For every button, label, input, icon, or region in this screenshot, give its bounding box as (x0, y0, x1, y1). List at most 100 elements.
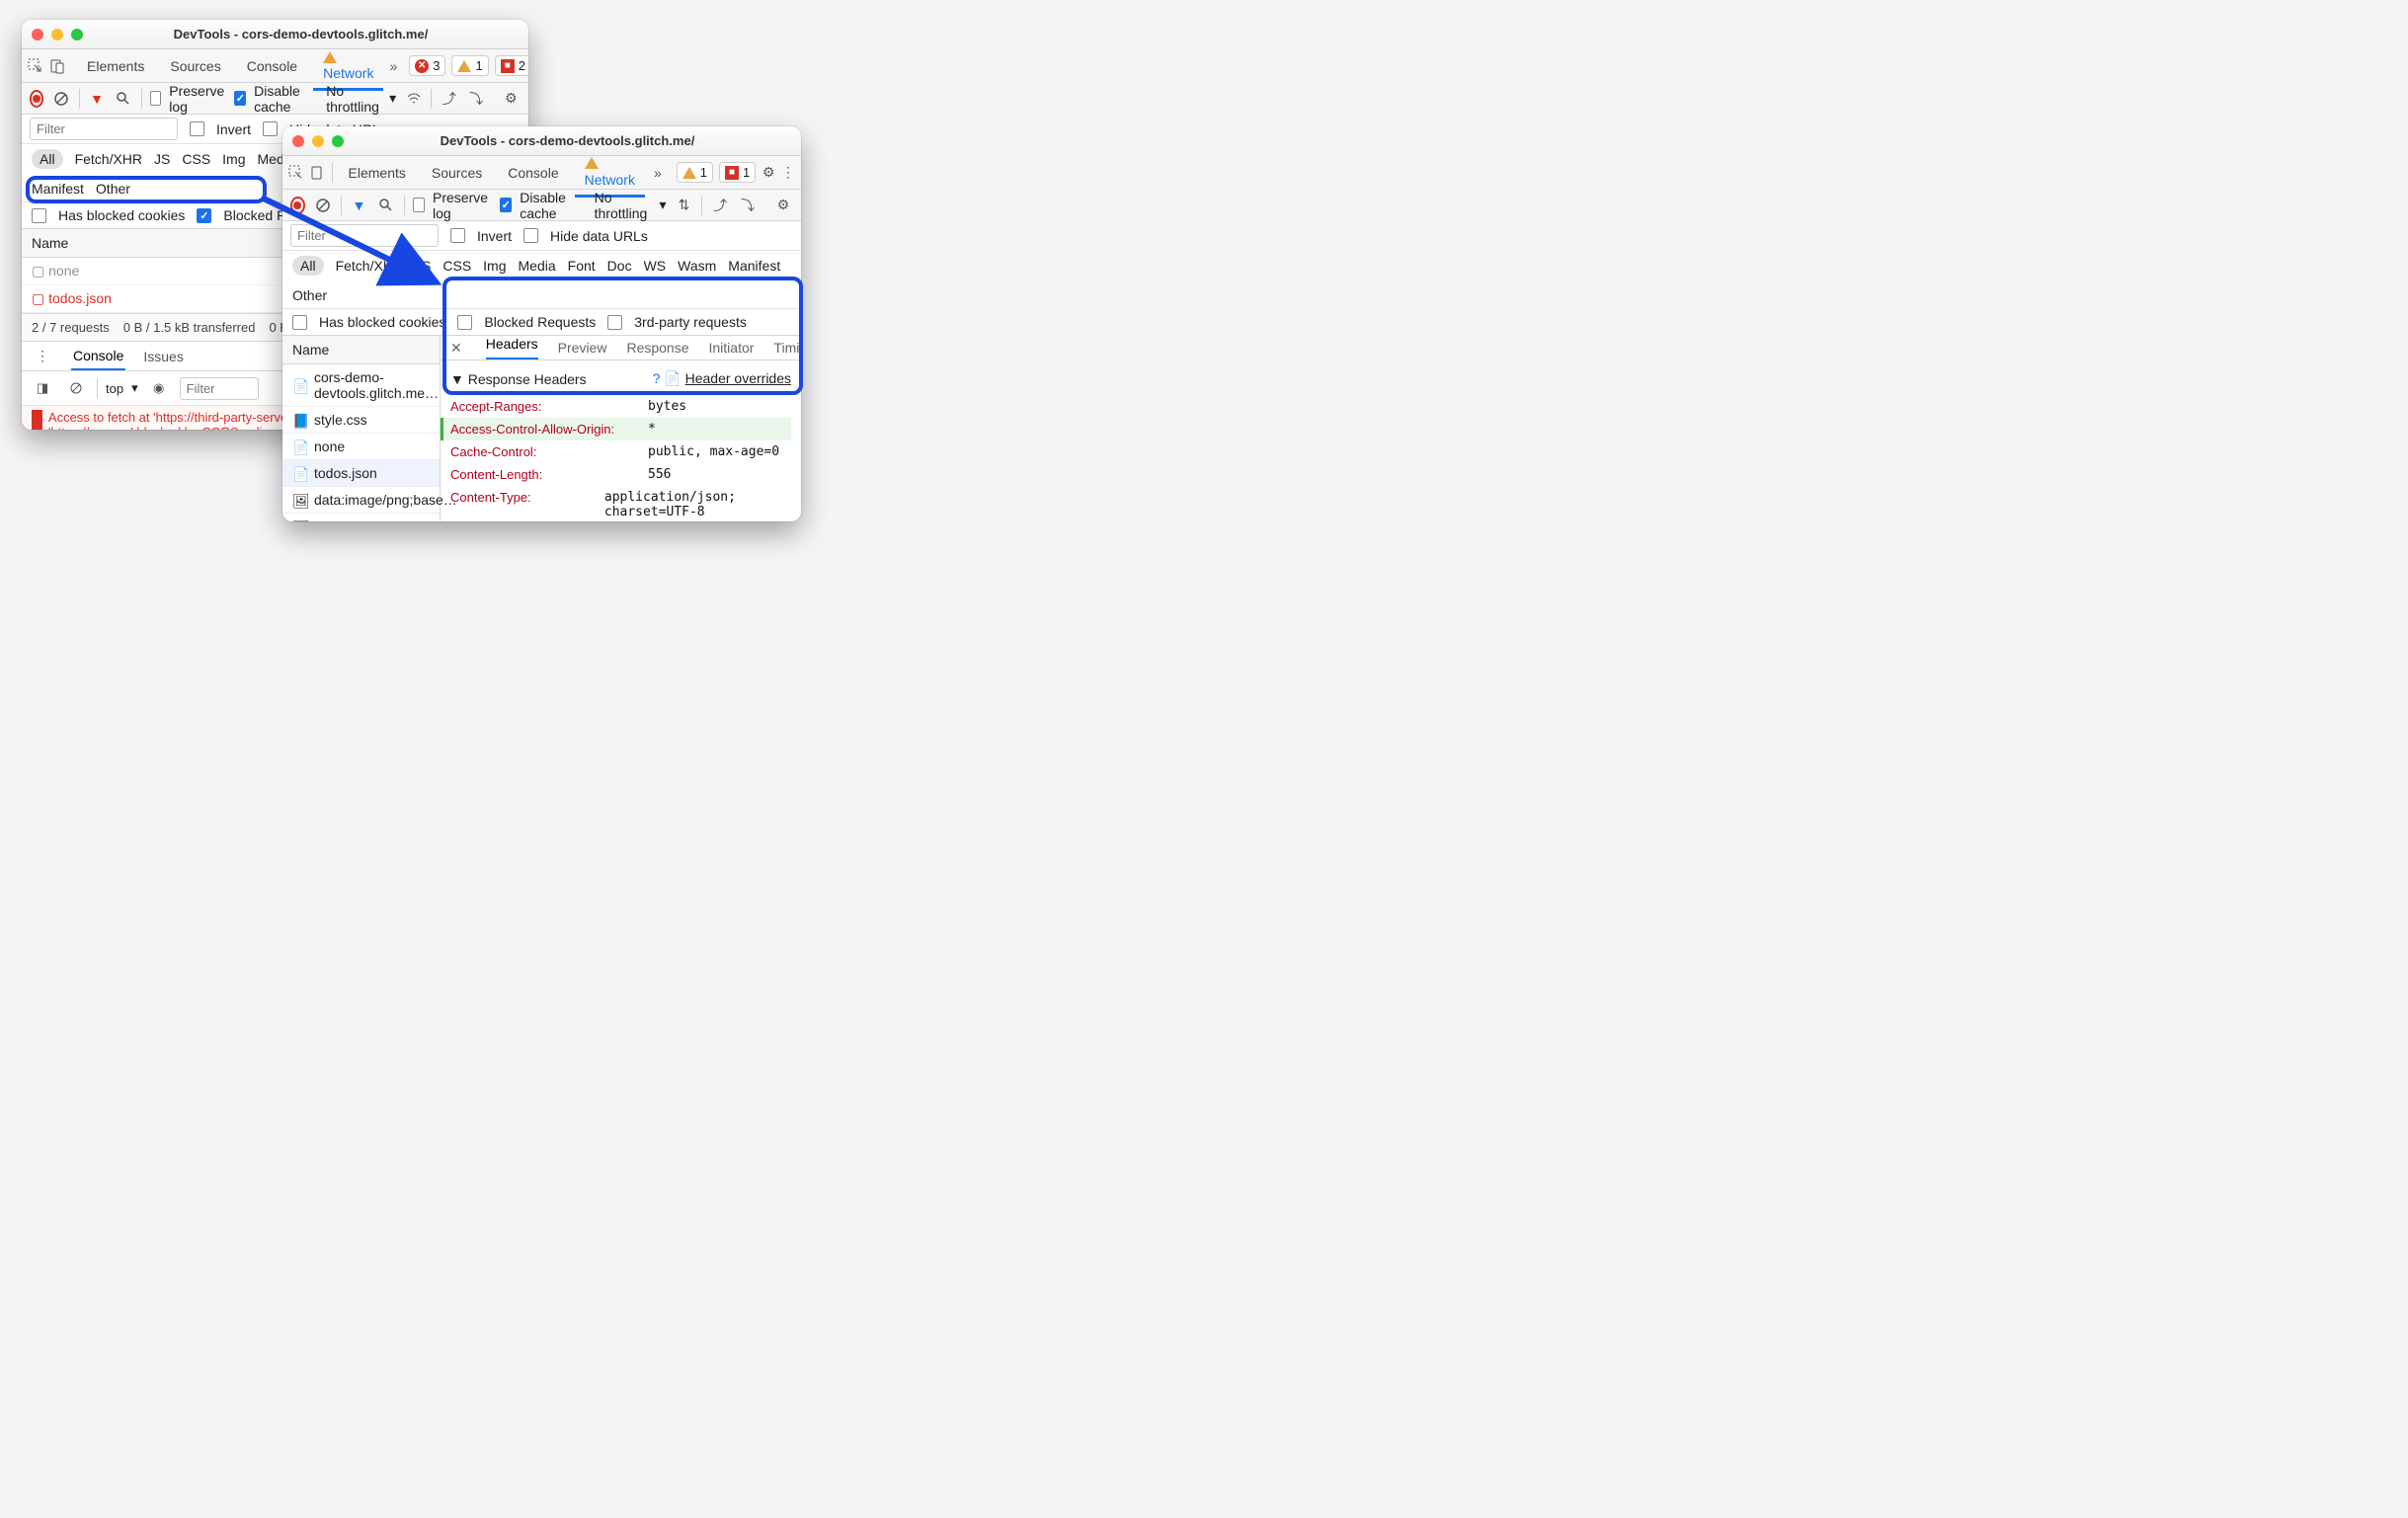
tab-console[interactable]: Console (498, 158, 568, 188)
record-icon[interactable] (290, 197, 305, 214)
issue-badge[interactable]: ■2 (495, 55, 528, 76)
type-js[interactable]: JS (154, 151, 170, 167)
more-tabs-icon[interactable]: » (651, 160, 665, 186)
chevron-down-icon[interactable]: ▾ (389, 90, 396, 107)
record-icon[interactable] (30, 90, 43, 108)
table-row[interactable]: 📘style.css (282, 407, 440, 434)
wifi-icon[interactable]: ⇅ (675, 193, 694, 218)
detail-headers-tab[interactable]: Headers (486, 336, 538, 360)
type-media[interactable]: Media (519, 258, 556, 274)
detail-timing-tab[interactable]: Timing (773, 340, 801, 356)
blocked-cookies-checkbox[interactable] (32, 208, 46, 223)
detail-response-tab[interactable]: Response (626, 340, 688, 356)
third-party-checkbox[interactable] (607, 315, 622, 330)
gear-icon[interactable]: ⚙ (502, 86, 521, 112)
invert-checkbox[interactable] (450, 228, 465, 243)
col-name[interactable]: Name (282, 336, 440, 363)
drawer-console-tab[interactable]: Console (71, 343, 125, 370)
type-all[interactable]: All (32, 149, 63, 169)
type-css[interactable]: CSS (182, 151, 210, 167)
disclosure-icon[interactable]: ▼ (450, 371, 464, 387)
tab-console[interactable]: Console (237, 51, 307, 81)
type-font[interactable]: Font (568, 258, 596, 274)
search-icon[interactable] (376, 193, 396, 218)
disable-cache-checkbox[interactable] (234, 91, 246, 106)
table-row[interactable]: 🖼data:image/png;base… (282, 514, 440, 521)
inspect-icon[interactable] (288, 160, 304, 186)
tab-elements[interactable]: Elements (339, 158, 416, 188)
more-tabs-icon[interactable]: » (389, 53, 397, 79)
kebab-icon[interactable]: ⋮ (781, 160, 795, 186)
device-icon[interactable] (49, 53, 65, 79)
search-icon[interactable] (115, 86, 133, 112)
wifi-icon[interactable] (404, 86, 423, 112)
tab-sources[interactable]: Sources (422, 158, 492, 188)
hide-data-urls-checkbox[interactable] (263, 121, 278, 136)
type-doc[interactable]: Doc (607, 258, 632, 274)
sidebar-icon[interactable]: ◨ (30, 375, 55, 401)
minimize-icon[interactable] (51, 29, 63, 40)
gear-icon[interactable]: ⚙ (762, 160, 775, 186)
disable-cache-checkbox[interactable] (500, 198, 512, 212)
gear-icon[interactable]: ⚙ (773, 193, 793, 218)
type-other[interactable]: Other (96, 181, 130, 197)
console-filter-input[interactable] (180, 377, 259, 400)
type-all[interactable]: All (292, 256, 324, 276)
context-select[interactable]: top (106, 381, 123, 396)
close-icon[interactable]: ✕ (450, 340, 462, 357)
invert-checkbox[interactable] (190, 121, 204, 136)
close-icon[interactable] (292, 135, 304, 147)
type-fetch[interactable]: Fetch/XHR (75, 151, 142, 167)
table-row[interactable]: 🖼data:image/png;base… (282, 487, 440, 514)
clear-icon[interactable] (51, 86, 70, 112)
tab-elements[interactable]: Elements (77, 51, 154, 81)
clear-icon[interactable] (63, 375, 89, 401)
download-icon[interactable]: ⤵ (466, 86, 485, 112)
col-name[interactable]: Name (22, 229, 300, 257)
eye-icon[interactable]: ◉ (146, 375, 172, 401)
type-other[interactable]: Other (292, 287, 327, 303)
detail-initiator-tab[interactable]: Initiator (709, 340, 755, 356)
type-wasm[interactable]: Wasm (678, 258, 716, 274)
table-row[interactable]: 📄todos.json (282, 460, 440, 487)
chevron-down-icon[interactable]: ▾ (659, 197, 666, 213)
filter-input[interactable] (30, 118, 178, 140)
clear-icon[interactable] (313, 193, 333, 218)
device-icon[interactable] (310, 160, 326, 186)
upload-icon[interactable]: ⤴ (710, 193, 730, 218)
minimize-icon[interactable] (312, 135, 324, 147)
maximize-icon[interactable] (71, 29, 83, 40)
issue-badge[interactable]: ■1 (719, 162, 756, 183)
chevron-down-icon[interactable]: ▾ (131, 380, 138, 396)
type-js[interactable]: JS (415, 258, 431, 274)
preserve-log-checkbox[interactable] (413, 198, 425, 212)
help-icon[interactable]: ? (653, 370, 661, 386)
drawer-issues-tab[interactable]: Issues (141, 344, 185, 369)
type-manifest[interactable]: Manifest (728, 258, 780, 274)
throttling-select[interactable]: No throttling (326, 83, 381, 115)
filter-input[interactable] (290, 224, 439, 247)
inspect-icon[interactable] (28, 53, 43, 79)
type-fetch[interactable]: Fetch/XHR (336, 258, 403, 274)
hide-data-urls-checkbox[interactable] (523, 228, 538, 243)
header-overrides-link[interactable]: Header overrides (685, 370, 791, 386)
throttling-select[interactable]: No throttling (595, 190, 652, 221)
blocked-cookies-checkbox[interactable] (292, 315, 307, 330)
download-icon[interactable]: ⤵ (738, 193, 758, 218)
type-img[interactable]: Img (483, 258, 506, 274)
type-img[interactable]: Img (222, 151, 245, 167)
close-icon[interactable] (32, 29, 43, 40)
filter-icon[interactable]: ▼ (349, 193, 368, 218)
maximize-icon[interactable] (332, 135, 344, 147)
type-ws[interactable]: WS (644, 258, 667, 274)
preserve-log-checkbox[interactable] (150, 91, 162, 106)
blocked-requests-checkbox[interactable] (457, 315, 472, 330)
kebab-icon[interactable]: ⋮ (30, 344, 55, 369)
upload-icon[interactable]: ⤴ (440, 86, 458, 112)
type-css[interactable]: CSS (442, 258, 471, 274)
warning-badge[interactable]: 1 (677, 162, 713, 183)
detail-preview-tab[interactable]: Preview (558, 340, 607, 356)
type-manifest[interactable]: Manifest (32, 181, 84, 197)
filter-icon[interactable]: ▼ (87, 86, 106, 112)
table-row[interactable]: 📄cors-demo-devtools.glitch.me… (282, 364, 440, 407)
